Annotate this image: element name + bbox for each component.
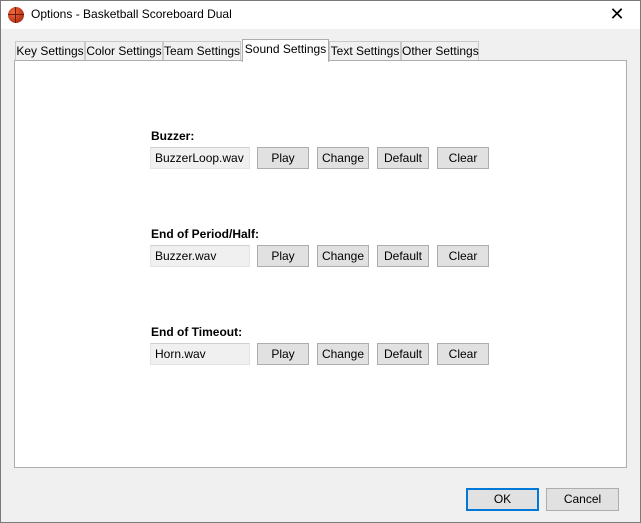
buzzer-default-button[interactable]: Default xyxy=(377,147,429,169)
window-title: Options - Basketball Scoreboard Dual xyxy=(31,7,232,21)
buzzer-file-field: BuzzerLoop.wav xyxy=(150,147,250,169)
options-window: Options - Basketball Scoreboard Dual ✕ K… xyxy=(0,0,641,523)
tab-other-settings[interactable]: Other Settings xyxy=(401,41,479,61)
end-of-period-change-button[interactable]: Change xyxy=(317,245,369,267)
buzzer-label: Buzzer: xyxy=(151,129,195,143)
buzzer-play-button[interactable]: Play xyxy=(257,147,309,169)
cancel-button[interactable]: Cancel xyxy=(546,488,619,511)
buzzer-clear-button[interactable]: Clear xyxy=(437,147,489,169)
tab-text-settings[interactable]: Text Settings xyxy=(329,41,401,61)
end-of-timeout-clear-button[interactable]: Clear xyxy=(437,343,489,365)
end-of-period-play-button[interactable]: Play xyxy=(257,245,309,267)
end-of-period-label: End of Period/Half: xyxy=(151,227,259,241)
sound-settings-panel: Buzzer: BuzzerLoop.wav Play Change Defau… xyxy=(14,60,627,468)
end-of-timeout-file-field: Horn.wav xyxy=(150,343,250,365)
tab-team-settings[interactable]: Team Settings xyxy=(163,41,241,61)
close-icon[interactable]: ✕ xyxy=(594,1,640,29)
tab-key-settings[interactable]: Key Settings xyxy=(15,41,85,61)
basketball-icon xyxy=(8,7,24,23)
end-of-period-clear-button[interactable]: Clear xyxy=(437,245,489,267)
end-of-period-default-button[interactable]: Default xyxy=(377,245,429,267)
end-of-timeout-change-button[interactable]: Change xyxy=(317,343,369,365)
end-of-period-file-field: Buzzer.wav xyxy=(150,245,250,267)
end-of-timeout-default-button[interactable]: Default xyxy=(377,343,429,365)
end-of-timeout-label: End of Timeout: xyxy=(151,325,243,339)
buzzer-change-button[interactable]: Change xyxy=(317,147,369,169)
end-of-timeout-play-button[interactable]: Play xyxy=(257,343,309,365)
title-bar[interactable]: Options - Basketball Scoreboard Dual ✕ xyxy=(1,1,640,29)
ok-button[interactable]: OK xyxy=(466,488,539,511)
tab-color-settings[interactable]: Color Settings xyxy=(85,41,163,61)
tab-sound-settings[interactable]: Sound Settings xyxy=(242,39,329,62)
